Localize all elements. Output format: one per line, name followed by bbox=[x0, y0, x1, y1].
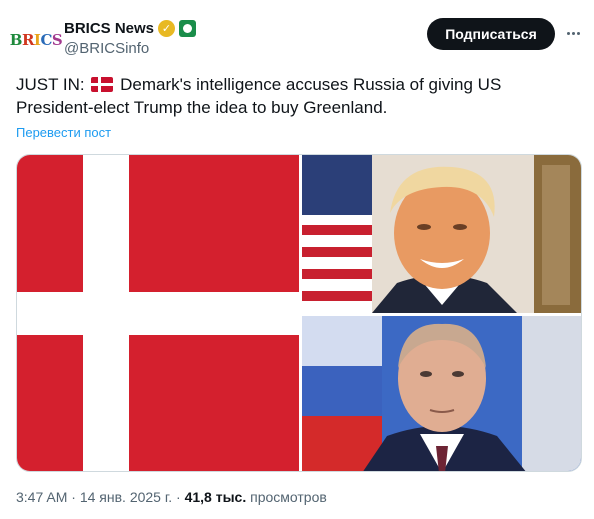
tweet-time[interactable]: 3:47 AM bbox=[16, 489, 67, 505]
flag-cross-horizontal bbox=[17, 292, 299, 335]
handle[interactable]: @BRICSinfo bbox=[64, 40, 196, 57]
tweet-prefix: JUST IN: bbox=[16, 75, 85, 94]
denmark-flag-image[interactable] bbox=[17, 155, 299, 471]
tweet-body: Demark's intelligence accuses Russia of … bbox=[16, 75, 502, 117]
gold-verified-badge-icon[interactable]: ✓ bbox=[158, 19, 176, 37]
tweet-header: BRICS BRICS News ✓ @BRICSinfo Подписатьс… bbox=[10, 14, 584, 64]
media-grid bbox=[16, 154, 582, 472]
green-affiliate-badge-icon[interactable] bbox=[179, 19, 197, 37]
meta-separator: · bbox=[67, 489, 80, 505]
author-names: BRICS News ✓ @BRICSinfo bbox=[64, 18, 197, 57]
putin-portrait bbox=[302, 316, 581, 471]
tweet-text: JUST IN: Demark's intelligence accuses R… bbox=[16, 73, 576, 119]
meta-separator: · bbox=[172, 489, 185, 505]
trump-portrait bbox=[302, 155, 581, 313]
avatar[interactable]: BRICS bbox=[10, 20, 63, 60]
translate-link[interactable]: Перевести пост bbox=[16, 125, 111, 140]
denmark-flag-icon bbox=[91, 77, 114, 92]
display-name-row: BRICS News ✓ bbox=[64, 18, 197, 38]
putin-photo[interactable] bbox=[302, 316, 581, 471]
views-count: 41,8 тыс. bbox=[184, 489, 247, 505]
subscribe-button[interactable]: Подписаться bbox=[427, 18, 555, 50]
trump-photo[interactable] bbox=[302, 155, 581, 313]
display-name[interactable]: BRICS News bbox=[64, 20, 154, 37]
tweet-date[interactable]: 14 янв. 2025 г. bbox=[80, 489, 172, 505]
tweet-meta: 3:47 AM · 14 янв. 2025 г. · 41,8 тыс. пр… bbox=[16, 489, 327, 505]
more-dots-icon[interactable] bbox=[562, 22, 584, 44]
brics-logo: BRICS bbox=[9, 31, 63, 49]
views-label: просмотров bbox=[250, 489, 327, 505]
